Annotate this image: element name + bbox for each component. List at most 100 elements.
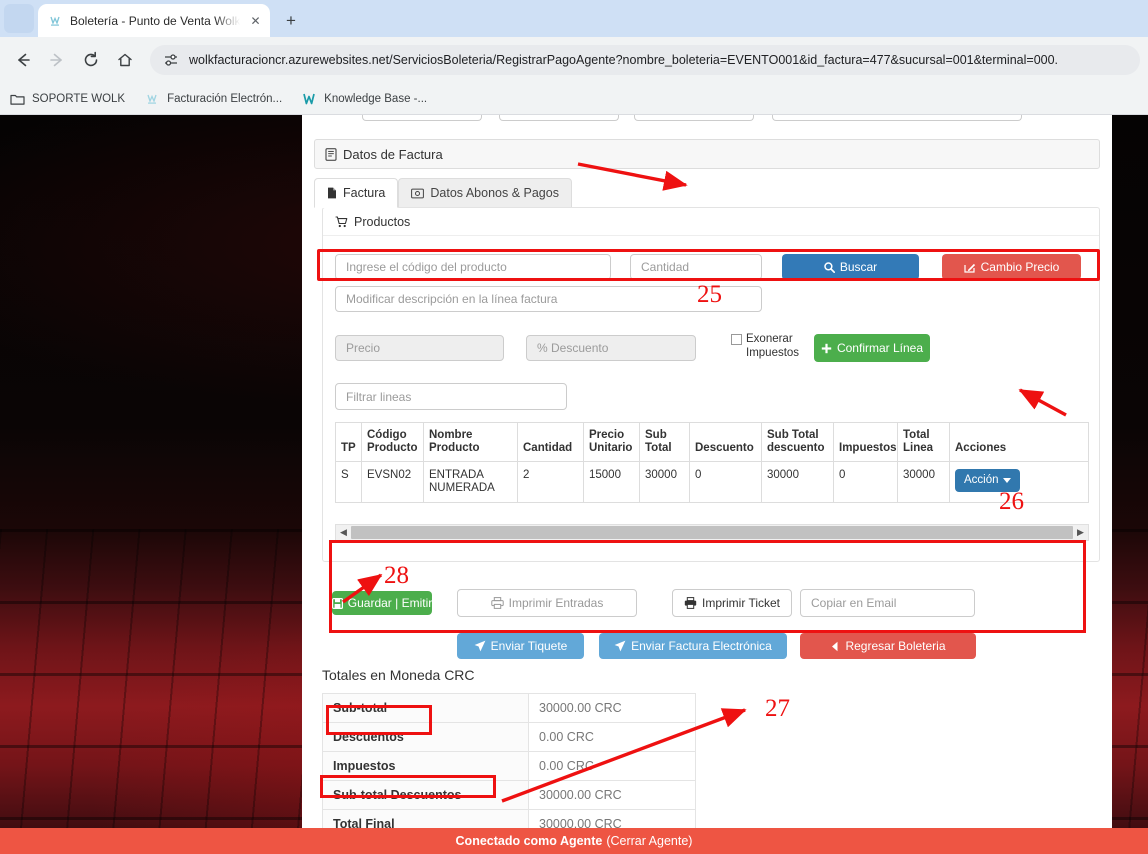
cell-descuento: 0 bbox=[689, 461, 762, 503]
tab-label: Datos Abonos & Pagos bbox=[430, 186, 559, 200]
w-logo-icon bbox=[302, 91, 317, 106]
col-impuestos: Impuestos bbox=[833, 422, 898, 462]
exonerar-impuestos-checkbox-group[interactable]: Exonerar Impuestos bbox=[731, 332, 808, 360]
enviar-tiquete-button[interactable]: Enviar Tiquete bbox=[457, 633, 584, 659]
home-icon[interactable] bbox=[110, 45, 140, 75]
invoice-content-pane: Datos de Factura Factura Datos Abonos & … bbox=[302, 115, 1112, 854]
cell-sub-total: 30000 bbox=[639, 461, 690, 503]
total-label: Impuestos bbox=[322, 751, 529, 781]
status-footer: Conectado como Agente (Cerrar Agente) bbox=[0, 828, 1148, 854]
lines-table-horizontal-scrollbar[interactable]: ◀ ▶ bbox=[335, 524, 1089, 541]
bookmark-facturacion-electronica[interactable]: Facturación Electrón... bbox=[145, 91, 282, 106]
folder-icon bbox=[10, 91, 25, 106]
bookmark-knowledge-base[interactable]: Knowledge Base -... bbox=[302, 91, 427, 106]
forward-icon[interactable] bbox=[42, 45, 72, 75]
confirmar-linea-label: Confirmar Línea bbox=[836, 341, 924, 355]
enviar-factura-electronica-button[interactable]: Enviar Factura Electrónica bbox=[599, 633, 787, 659]
site-settings-icon[interactable] bbox=[162, 52, 179, 69]
descripcion-linea-input[interactable]: Modificar descripción en la línea factur… bbox=[335, 286, 762, 312]
cambio-precio-button[interactable]: Cambio Precio bbox=[942, 254, 1081, 280]
plus-icon bbox=[821, 343, 832, 354]
browser-tab[interactable]: Boletería - Punto de Venta Wolk ✕ bbox=[38, 4, 270, 37]
col-codigo-producto: Código Producto bbox=[361, 422, 424, 462]
chevron-down-icon bbox=[1002, 478, 1011, 483]
col-tp: TP bbox=[335, 422, 362, 462]
cell-total-linea: 30000 bbox=[897, 461, 950, 503]
screenshot-root: Boletería - Punto de Venta Wolk ✕ + wolk… bbox=[0, 0, 1148, 854]
reload-icon[interactable] bbox=[76, 45, 106, 75]
accion-label: Acción bbox=[964, 474, 999, 486]
tab-datos-abonos-pagos[interactable]: Datos Abonos & Pagos bbox=[398, 178, 572, 208]
cart-icon bbox=[335, 215, 348, 228]
regresar-boleteria-label: Regresar Boleteria bbox=[845, 639, 946, 653]
imprimir-entradas-button[interactable]: Imprimir Entradas bbox=[457, 589, 637, 617]
tab-search-chevron-icon[interactable] bbox=[4, 4, 34, 33]
totales-title: Totales en Moneda CRC bbox=[322, 667, 475, 683]
lines-table-wrapper: TP Código Producto Nombre Producto Canti… bbox=[335, 422, 1089, 503]
back-icon[interactable] bbox=[8, 45, 38, 75]
buscar-button[interactable]: Buscar bbox=[782, 254, 919, 280]
browser-chrome: Boletería - Punto de Venta Wolk ✕ + wolk… bbox=[0, 0, 1148, 115]
col-precio-unitario: Precio Unitario bbox=[583, 422, 640, 462]
descuento-input[interactable]: % Descuento bbox=[526, 335, 696, 361]
exonerar-impuestos-checkbox[interactable] bbox=[731, 334, 742, 345]
cell-tp: S bbox=[335, 461, 362, 503]
imprimir-ticket-button[interactable]: Imprimir Ticket bbox=[672, 589, 792, 617]
exonerar-impuestos-label: Exonerar Impuestos bbox=[746, 333, 800, 359]
col-cantidad: Cantidad bbox=[517, 422, 584, 462]
confirmar-linea-button[interactable]: Confirmar Línea bbox=[814, 334, 930, 362]
file-icon bbox=[327, 187, 337, 199]
totals-table: Sub-total 30000.00 CRC Descuentos 0.00 C… bbox=[322, 693, 696, 839]
bookmark-soporte-wolk[interactable]: SOPORTE WOLK bbox=[10, 91, 125, 106]
productos-panel: Productos Ingrese el código del producto… bbox=[322, 207, 1100, 562]
web-page: Datos de Factura Factura Datos Abonos & … bbox=[0, 115, 1148, 854]
tab-strip: Boletería - Punto de Venta Wolk ✕ + bbox=[0, 0, 1148, 37]
cell-nombre: ENTRADA NUMERADA bbox=[423, 461, 518, 503]
address-bar[interactable]: wolkfacturacioncr.azurewebsites.net/Serv… bbox=[150, 45, 1140, 75]
tab-title: Boletería - Punto de Venta Wolk bbox=[70, 13, 240, 28]
save-icon bbox=[331, 597, 343, 609]
table-row: Descuentos 0.00 CRC bbox=[322, 722, 696, 752]
scrollbar-thumb[interactable] bbox=[351, 526, 1073, 539]
panel-title: Productos bbox=[354, 214, 411, 229]
col-nombre-producto: Nombre Producto bbox=[423, 422, 518, 462]
cell-acciones: Acción bbox=[949, 461, 1089, 503]
col-descuento: Descuento bbox=[689, 422, 762, 462]
guardar-emitir-button[interactable]: Guardar | Emitir bbox=[331, 591, 432, 615]
precio-input[interactable]: Precio bbox=[335, 335, 504, 361]
accion-dropdown-button[interactable]: Acción bbox=[955, 469, 1020, 492]
cell-precio-unitario: 15000 bbox=[583, 461, 640, 503]
regresar-boleteria-button[interactable]: Regresar Boleteria bbox=[800, 633, 976, 659]
cambio-precio-label: Cambio Precio bbox=[980, 260, 1060, 274]
section-header-title: Datos de Factura bbox=[343, 146, 443, 162]
close-tab-icon[interactable]: ✕ bbox=[247, 12, 264, 29]
invoice-icon bbox=[325, 147, 337, 161]
tab-label: Factura bbox=[343, 186, 386, 200]
total-value: 0.00 CRC bbox=[528, 751, 696, 781]
imprimir-ticket-label: Imprimir Ticket bbox=[702, 596, 780, 610]
money-icon bbox=[411, 188, 425, 199]
table-row: Sub-total 30000.00 CRC bbox=[322, 693, 696, 723]
printer-icon bbox=[490, 597, 504, 609]
copiar-en-email-input[interactable]: Copiar en Email bbox=[800, 589, 975, 617]
total-value: 30000.00 CRC bbox=[528, 780, 696, 810]
table-row: Sub-total Descuentos 30000.00 CRC bbox=[322, 780, 696, 810]
send-icon bbox=[474, 640, 486, 652]
codigo-producto-input[interactable]: Ingrese el código del producto bbox=[335, 254, 611, 280]
cerrar-agente-link[interactable]: (Cerrar Agente) bbox=[606, 834, 692, 848]
bookmark-label: SOPORTE WOLK bbox=[32, 92, 126, 105]
cell-cantidad: 2 bbox=[517, 461, 584, 503]
edit-pencil-icon bbox=[964, 262, 976, 273]
filtrar-lineas-input[interactable]: Filtrar lineas bbox=[335, 383, 567, 410]
tab-factura[interactable]: Factura bbox=[314, 178, 399, 208]
new-tab-button[interactable]: + bbox=[278, 8, 304, 34]
total-value: 30000.00 CRC bbox=[528, 693, 696, 723]
partial-fields-above bbox=[314, 115, 1100, 121]
col-sub-total-descuento: Sub Total descuento bbox=[761, 422, 834, 462]
bookmarks-bar: SOPORTE WOLK Facturación Electrón... Kno… bbox=[0, 83, 1148, 115]
scroll-right-arrow-icon[interactable]: ▶ bbox=[1073, 527, 1088, 538]
scroll-left-arrow-icon[interactable]: ◀ bbox=[336, 527, 351, 538]
cantidad-input[interactable]: Cantidad bbox=[630, 254, 762, 280]
browser-navigation-bar: wolkfacturacioncr.azurewebsites.net/Serv… bbox=[0, 37, 1148, 83]
address-bar-url: wolkfacturacioncr.azurewebsites.net/Serv… bbox=[189, 53, 1059, 67]
